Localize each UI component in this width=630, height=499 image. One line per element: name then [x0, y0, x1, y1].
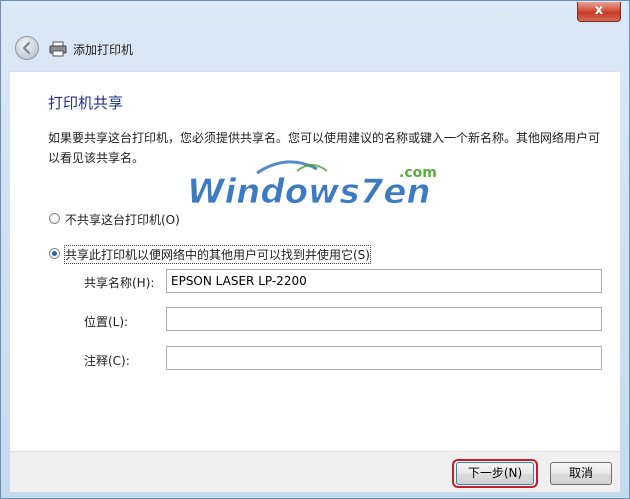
no-share-radio[interactable] — [49, 213, 60, 224]
share-label[interactable]: 共享此打印机以便网络中的其他用户可以找到并使用它(S) — [64, 245, 371, 264]
close-button[interactable]: x — [577, 2, 621, 22]
location-label: 位置(L): — [84, 315, 129, 329]
share-name-label: 共享名称(H): — [84, 276, 155, 290]
back-arrow-icon — [22, 41, 31, 55]
printer-icon — [49, 41, 67, 57]
comment-label: 注释(C): — [84, 354, 130, 368]
add-printer-window: x 添加打印机 打印机共享 如果要共享这台打印机，您必须提供共享名。您可以使用建… — [0, 0, 630, 499]
page-title: 打印机共享 — [48, 94, 124, 112]
next-button[interactable]: 下一步(N) — [456, 462, 534, 485]
title-bar: x — [1, 1, 629, 31]
wizard-content: 打印机共享 如果要共享这台打印机，您必须提供共享名。您可以使用建议的名称或键入一… — [10, 71, 620, 452]
window-title: 添加打印机 — [73, 43, 134, 57]
share-name-field[interactable]: EPSON LASER LP-2200 — [166, 269, 602, 293]
cancel-button[interactable]: 取消 — [550, 462, 612, 485]
back-button[interactable] — [15, 36, 39, 60]
button-bar: 下一步(N) 取消 — [10, 451, 620, 492]
no-share-label[interactable]: 不共享这台打印机(O) — [65, 211, 180, 228]
share-radio[interactable] — [49, 248, 60, 259]
comment-field[interactable] — [166, 346, 602, 370]
navigation-bar: 添加打印机 — [9, 31, 621, 69]
location-field[interactable] — [166, 307, 602, 331]
close-icon: x — [594, 3, 604, 18]
page-description: 如果要共享这台打印机，您必须提供共享名。您可以使用建议的名称或键入一个新名称。其… — [48, 131, 601, 165]
